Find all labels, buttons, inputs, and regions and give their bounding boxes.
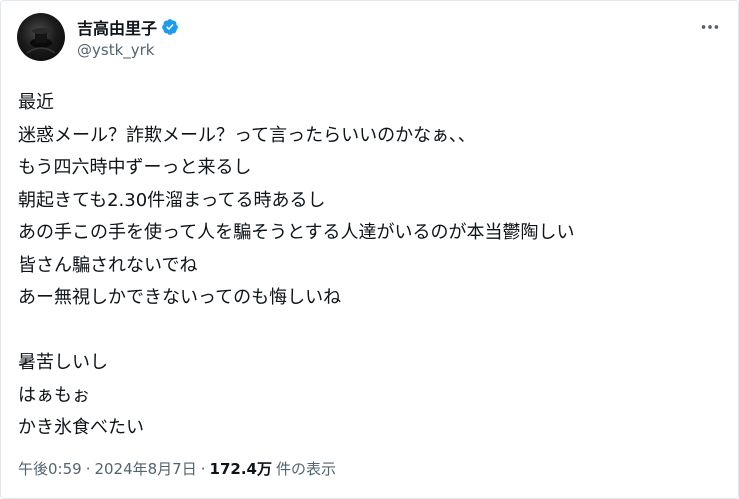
- avatar-image: [26, 28, 56, 54]
- verified-badge-icon: [161, 18, 179, 36]
- author-display-name[interactable]: 吉高由里子: [77, 15, 157, 39]
- tweet-text: 最近 迷惑メール？詐欺メール？って言ったらいいのかなぁ、、 もう四六時中ずーっと…: [18, 87, 718, 445]
- tweet-line: はぁもぉ: [18, 384, 90, 406]
- more-horizontal-icon: [701, 25, 719, 29]
- tweet-line: あの手この手を使って人を騙そうとする人達がいるのが本当鬱陶しい: [18, 222, 575, 243]
- views-count: 172.4万: [209, 460, 272, 478]
- more-options-button[interactable]: [696, 15, 724, 39]
- author-handle[interactable]: @ystk_yrk: [77, 41, 155, 59]
- tweet-line: 皆さん騙されないでね: [18, 254, 198, 276]
- meta-separator: ·: [85, 459, 91, 478]
- avatar[interactable]: [17, 13, 65, 61]
- tweet-date-link[interactable]: 2024年8月7日: [94, 458, 196, 479]
- tweet-line: あー無視しかできないってのも悔しいね: [18, 287, 342, 308]
- meta-separator: ·: [200, 459, 206, 478]
- tweet-line: 迷惑メール？詐欺メール？って言ったらいいのかなぁ、、: [18, 124, 476, 146]
- tweet-time-link[interactable]: 午後0:59: [18, 458, 82, 479]
- tweet-card: 吉高由里子 @ystk_yrk 最近 迷惑メール？詐欺メール？って言ったらいいの…: [0, 0, 739, 499]
- tweet-line: かき氷食べたい: [18, 417, 144, 438]
- tweet-line: 暑苦しいし: [18, 352, 108, 373]
- tweet-line: 朝起きても2.30件溜まってる時あるし: [18, 189, 326, 211]
- tweet-meta: 午後0:59 · 2024年8月7日 · 172.4万 件の表示: [18, 458, 336, 479]
- tweet-line: 最近: [18, 92, 54, 113]
- views-label: 件の表示: [275, 460, 336, 478]
- author-name-row: 吉高由里子: [77, 15, 179, 39]
- tweet-line: もう四六時中ずーっと来るし: [18, 157, 252, 178]
